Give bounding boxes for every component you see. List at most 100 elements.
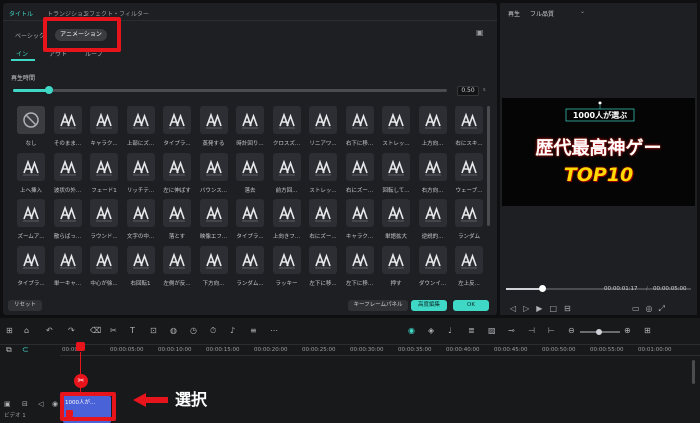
animation-thumbnail [163, 106, 191, 134]
animation-thumbnail [163, 199, 191, 227]
animation-thumbnail [455, 199, 483, 227]
save-preset-icon[interactable]: ▣ [476, 28, 484, 37]
chevron-down-icon[interactable]: ⌄ [580, 8, 585, 15]
animation-thumbnail [382, 199, 410, 227]
eye-icon[interactable]: ◉ [52, 400, 58, 408]
color-icon[interactable]: ◍ [170, 326, 177, 335]
animation-preset[interactable]: 左上反... [448, 245, 490, 292]
crop-icon[interactable]: ⊡ [150, 326, 157, 335]
ruler-tick-label: 00:00:50:00 [542, 347, 576, 353]
playhead-knob[interactable] [539, 285, 546, 292]
animation-thumbnail [345, 152, 374, 181]
animation-thumbnail [236, 152, 264, 181]
keyframe-panel-button[interactable]: キーフレームパネル [348, 300, 408, 311]
animation-thumbnail [382, 106, 410, 134]
animation-preset[interactable]: ランダム [448, 199, 490, 245]
animation-thumbnail [309, 152, 337, 181]
properties-panel: タイトル トランジション エフェクト・フィルター ベーシック アニメーション イ… [3, 3, 497, 315]
animation-thumbnail [236, 245, 264, 274]
track-video-icon: ▣ [4, 400, 11, 408]
ruler-tick-label: 00:00:10:00 [158, 347, 192, 353]
quality-select[interactable]: フル品質 [530, 9, 554, 18]
none-icon [17, 106, 45, 134]
scissors-icon[interactable]: ✂ [74, 374, 88, 388]
audio-icon[interactable]: ♪ [230, 326, 235, 335]
animation-label: ウェーブ... [455, 187, 483, 194]
animation-label: 左上反... [458, 280, 480, 287]
animation-thumbnail [90, 245, 118, 274]
subtab-basic[interactable]: ベーシック [15, 31, 45, 40]
animation-label: 右にスキ... [455, 141, 483, 147]
mic-icon[interactable]: ♩ [448, 326, 452, 335]
duration-label: 再生時間 [11, 75, 36, 82]
adjust-icon[interactable]: ≡ [250, 326, 257, 335]
preview-line3: TOP10 [563, 164, 634, 186]
animation-thumbnail [236, 199, 264, 227]
animation-thumbnail [90, 199, 118, 227]
animation-thumbnail [53, 152, 82, 181]
layout-icon[interactable]: ⊞ [6, 326, 13, 335]
lock-icon[interactable]: ⊟ [22, 400, 28, 408]
animation-preset[interactable]: 右にスキ... [448, 106, 490, 152]
shield-icon[interactable]: ◈ [428, 326, 434, 335]
animation-thumbnail [272, 199, 301, 227]
reset-button[interactable]: リセット [8, 300, 42, 311]
time-current: 00:00:01:17 [604, 286, 638, 292]
redo-icon[interactable]: ↷ [68, 326, 75, 335]
preview-line2: 歴代最高神ゲー [535, 138, 662, 159]
animation-thumbnail [418, 245, 447, 274]
subtab-in[interactable]: イン [16, 49, 28, 58]
animation-thumbnail [53, 245, 82, 274]
ok-button[interactable]: OK [453, 300, 489, 311]
select-icon[interactable]: ⌂ [24, 326, 29, 335]
zoom-slider-knob[interactable] [596, 329, 602, 335]
view-controls[interactable]: ▭◎⤢ [632, 304, 671, 314]
animation-thumbnail [17, 245, 45, 274]
duration-slider[interactable] [13, 86, 447, 94]
grid-scrollbar[interactable] [487, 106, 490, 226]
playback-controls[interactable]: ◁▷▶□⊟ [510, 304, 578, 313]
animation-thumbnail [345, 199, 374, 227]
timer-icon[interactable]: ⏱ [210, 326, 216, 336]
magnet-icon[interactable]: ⊂ [22, 345, 29, 354]
animation-thumbnail [199, 152, 228, 181]
track-icon[interactable]: ≣ [468, 326, 475, 335]
grid-icon[interactable]: ⊞ [644, 326, 651, 335]
time-divider: / [646, 286, 648, 292]
duration-unit: s [483, 87, 486, 93]
animation-thumbnail [309, 106, 337, 134]
animation-thumbnail [418, 152, 447, 181]
mute-icon[interactable]: ◁ [38, 400, 43, 408]
undo-icon[interactable]: ↶ [46, 326, 53, 335]
advanced-edit-button[interactable]: 高度編集 [411, 300, 447, 311]
link-icon[interactable]: ⊸ [508, 326, 515, 335]
animation-thumbnail [126, 152, 155, 181]
ruler-tick-label: 00:00:15:00 [206, 347, 240, 353]
animation-preset[interactable]: ウェーブ... [448, 152, 490, 199]
ruler-tick-label: 00:00:05:00 [110, 347, 144, 353]
animation-thumbnail [418, 106, 447, 134]
delete-icon[interactable]: ⌫ [90, 326, 101, 335]
image-icon[interactable]: ▨ [488, 326, 496, 335]
zoom-out-icon[interactable]: ⊖ [568, 326, 575, 335]
cut-icon[interactable]: ✂ [110, 326, 117, 335]
add-track-icon[interactable]: ⧉ [6, 345, 12, 355]
time-total: 00:00:05:00 [653, 286, 687, 292]
marker-icon[interactable]: ⊢ [548, 326, 555, 335]
zoom-in-icon[interactable]: ⊕ [624, 326, 631, 335]
duration-slider-knob[interactable] [45, 86, 53, 94]
highlight-box [43, 17, 121, 52]
animation-thumbnail [382, 245, 410, 274]
text-icon[interactable]: T [130, 326, 135, 335]
more-icon[interactable]: ⋯ [270, 326, 278, 335]
animation-thumbnail [236, 106, 264, 134]
render-icon[interactable]: ◉ [408, 326, 415, 335]
tab-title[interactable]: タイトル [9, 9, 33, 18]
ruler-tick-label: 00:01:00:00 [638, 347, 672, 353]
zoom-slider[interactable] [580, 329, 620, 335]
timeline-scrollbar[interactable] [692, 360, 695, 384]
duration-input[interactable]: 0.50 [457, 86, 479, 96]
playhead-marker[interactable] [76, 342, 85, 351]
speed-icon[interactable]: ◷ [190, 326, 197, 335]
split-icon[interactable]: ⊣ [528, 326, 535, 335]
